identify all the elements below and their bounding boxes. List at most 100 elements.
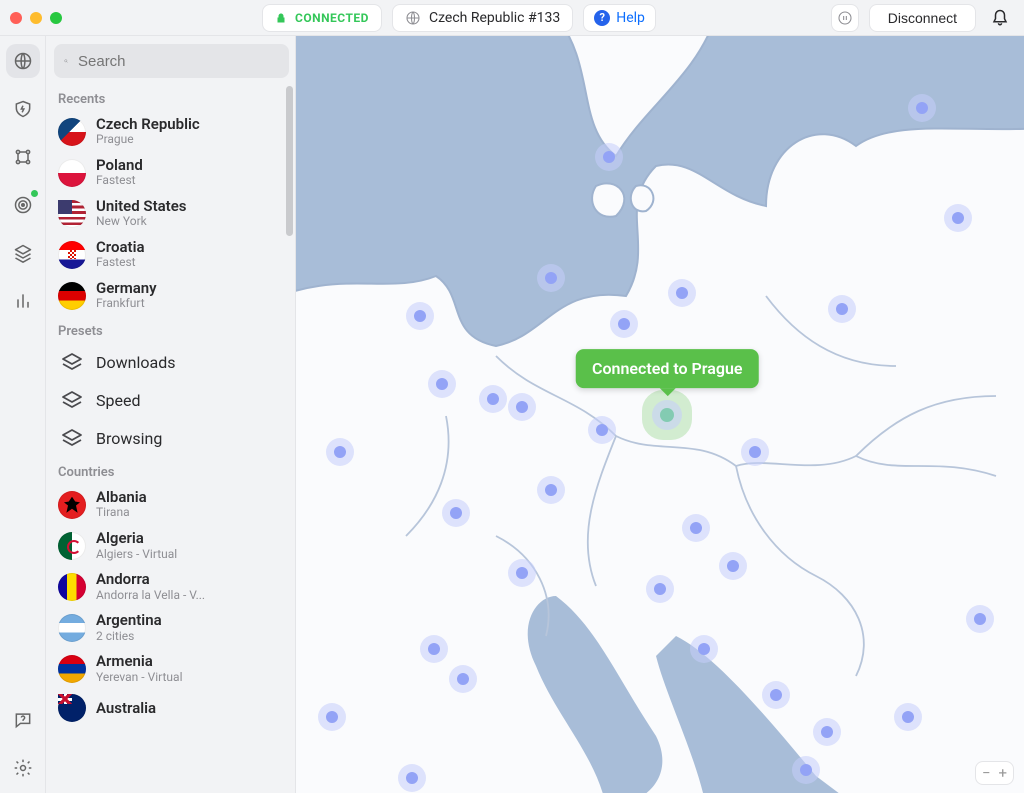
globe-icon <box>13 51 33 71</box>
preset-label: Downloads <box>96 353 175 372</box>
server-node[interactable] <box>406 772 418 784</box>
country-item[interactable]: Albania Tirana <box>54 484 281 525</box>
chat-help-icon <box>13 710 33 730</box>
country-sub: Prague <box>96 133 200 147</box>
nav-settings[interactable] <box>6 751 40 785</box>
country-sub: Fastest <box>96 174 143 188</box>
recent-item[interactable]: United States New York <box>54 193 281 234</box>
server-node[interactable] <box>487 393 499 405</box>
server-node[interactable] <box>516 567 528 579</box>
preset-item[interactable]: Speed <box>54 381 281 419</box>
country-item[interactable]: Argentina 2 cities <box>54 607 281 648</box>
status-dot-icon <box>31 190 38 197</box>
server-node[interactable] <box>727 560 739 572</box>
connection-tooltip: Connected to Prague <box>576 349 759 388</box>
server-node[interactable] <box>516 401 528 413</box>
server-node[interactable] <box>836 303 848 315</box>
server-node[interactable] <box>414 310 426 322</box>
server-node[interactable] <box>690 522 702 534</box>
flag-icon <box>58 614 86 642</box>
nav-globe[interactable] <box>6 44 40 78</box>
country-name: Poland <box>96 157 143 174</box>
country-sub: 2 cities <box>96 630 162 644</box>
country-item[interactable]: Algeria Algiers - Virtual <box>54 525 281 566</box>
nav-support[interactable] <box>6 703 40 737</box>
pause-icon <box>837 10 853 26</box>
preset-item[interactable]: Downloads <box>54 343 281 381</box>
server-node[interactable] <box>618 318 630 330</box>
nav-statistics[interactable] <box>6 284 40 318</box>
map-canvas[interactable]: Connected to Prague − + <box>296 36 1024 793</box>
search-field[interactable] <box>54 44 289 78</box>
nav-dark-web-monitor[interactable] <box>6 188 40 222</box>
server-node[interactable] <box>596 424 608 436</box>
preset-item[interactable]: Browsing <box>54 419 281 457</box>
nav-threat-protection[interactable] <box>6 92 40 126</box>
zoom-out-button[interactable]: − <box>982 764 991 782</box>
connection-status-chip: CONNECTED <box>262 4 382 32</box>
server-node[interactable] <box>821 726 833 738</box>
zoom-in-button[interactable]: + <box>998 764 1007 782</box>
flag-icon <box>58 241 86 269</box>
server-node[interactable] <box>800 764 812 776</box>
disconnect-button[interactable]: Disconnect <box>869 4 976 32</box>
lock-icon <box>275 12 287 24</box>
nav-presets[interactable] <box>6 236 40 270</box>
country-sub: Tirana <box>96 506 147 520</box>
server-node[interactable] <box>457 673 469 685</box>
server-node[interactable] <box>428 643 440 655</box>
server-node[interactable] <box>450 507 462 519</box>
flag-icon <box>58 491 86 519</box>
section-presets-label: Presets <box>54 316 281 343</box>
country-name: Germany <box>96 280 157 297</box>
recent-item[interactable]: Czech Republic Prague <box>54 111 281 152</box>
search-input[interactable] <box>76 52 279 71</box>
scrollbar-thumb[interactable] <box>286 86 293 236</box>
minimize-window-button[interactable] <box>30 12 42 24</box>
server-chip[interactable]: Czech Republic #133 <box>392 4 573 32</box>
help-button[interactable]: ? Help <box>583 4 656 32</box>
gear-icon <box>13 758 33 778</box>
flag-icon <box>58 159 86 187</box>
server-node[interactable] <box>698 643 710 655</box>
server-node[interactable] <box>902 711 914 723</box>
server-node[interactable] <box>436 378 448 390</box>
country-item[interactable]: Andorra Andorra la Vella - V... <box>54 566 281 607</box>
layers-icon <box>58 348 86 376</box>
recent-item[interactable]: Croatia Fastest <box>54 234 281 275</box>
recent-item[interactable]: Germany Frankfurt <box>54 275 281 316</box>
country-item[interactable]: Armenia Yerevan - Virtual <box>54 648 281 689</box>
pause-button[interactable] <box>831 4 859 32</box>
server-node[interactable] <box>676 287 688 299</box>
server-node[interactable] <box>334 446 346 458</box>
country-name: Albania <box>96 489 147 506</box>
server-node[interactable] <box>603 151 615 163</box>
zoom-window-button[interactable] <box>50 12 62 24</box>
sidebar: Recents Czech Republic Prague Poland Fas… <box>46 36 296 793</box>
layers-icon <box>13 243 33 263</box>
server-node[interactable] <box>545 272 557 284</box>
recent-item[interactable]: Poland Fastest <box>54 152 281 193</box>
country-name: Algeria <box>96 530 177 547</box>
bars-icon <box>13 291 33 311</box>
connection-status-label: CONNECTED <box>295 11 369 25</box>
country-item[interactable]: Australia <box>54 689 281 727</box>
flag-icon <box>58 118 86 146</box>
server-node[interactable] <box>749 446 761 458</box>
server-node[interactable] <box>974 613 986 625</box>
server-node[interactable] <box>654 583 666 595</box>
server-node[interactable] <box>326 711 338 723</box>
server-node[interactable] <box>952 212 964 224</box>
section-recents-label: Recents <box>54 84 281 111</box>
server-node[interactable] <box>916 102 928 114</box>
nav-meshnet[interactable] <box>6 140 40 174</box>
server-node-active[interactable] <box>660 408 674 422</box>
country-name: United States <box>96 198 186 215</box>
server-node[interactable] <box>545 484 557 496</box>
flag-icon <box>58 655 86 683</box>
server-node[interactable] <box>770 689 782 701</box>
close-window-button[interactable] <box>10 12 22 24</box>
help-label: Help <box>616 10 645 26</box>
notifications-button[interactable] <box>986 4 1014 32</box>
bell-icon <box>991 9 1009 27</box>
